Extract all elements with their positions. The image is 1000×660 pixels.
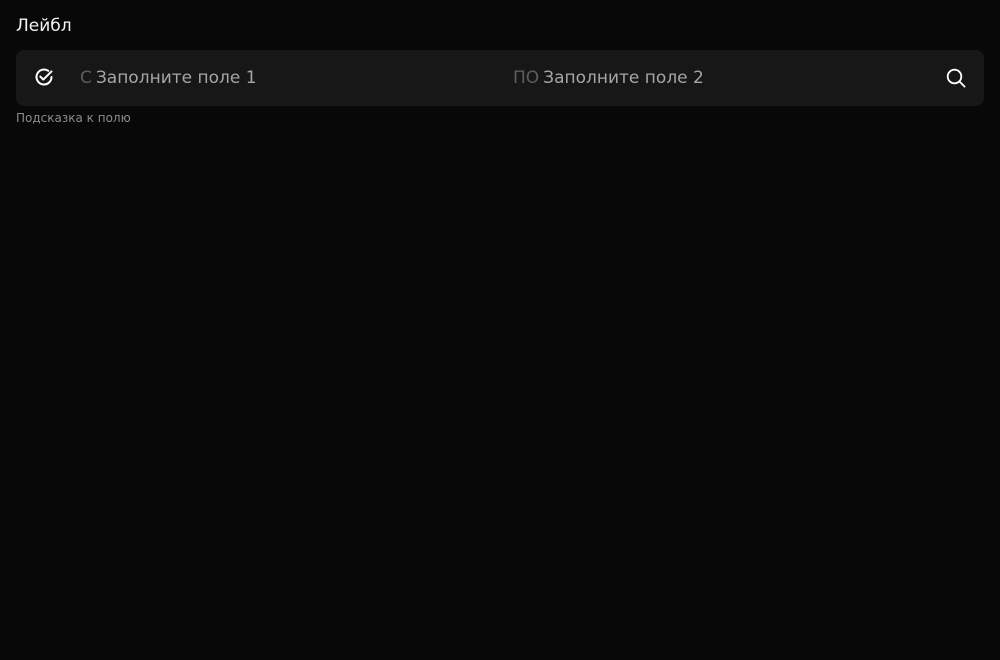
range-from: С [80, 50, 396, 106]
range-from-input[interactable] [95, 68, 396, 88]
range-from-prefix: С [80, 68, 92, 88]
range-input-container[interactable]: С ПО [16, 50, 984, 106]
field-hint: Подсказка к полю [16, 111, 131, 125]
range-text-field: Лейбл С ПО Подсказка к полю [16, 14, 984, 126]
field-label: Лейбл [16, 16, 72, 36]
range-to-input[interactable] [543, 68, 844, 88]
range-to-prefix: ПО [513, 68, 540, 88]
search-icon[interactable] [946, 68, 966, 88]
check-circle-icon [33, 66, 55, 88]
range-to: ПО [513, 50, 844, 106]
